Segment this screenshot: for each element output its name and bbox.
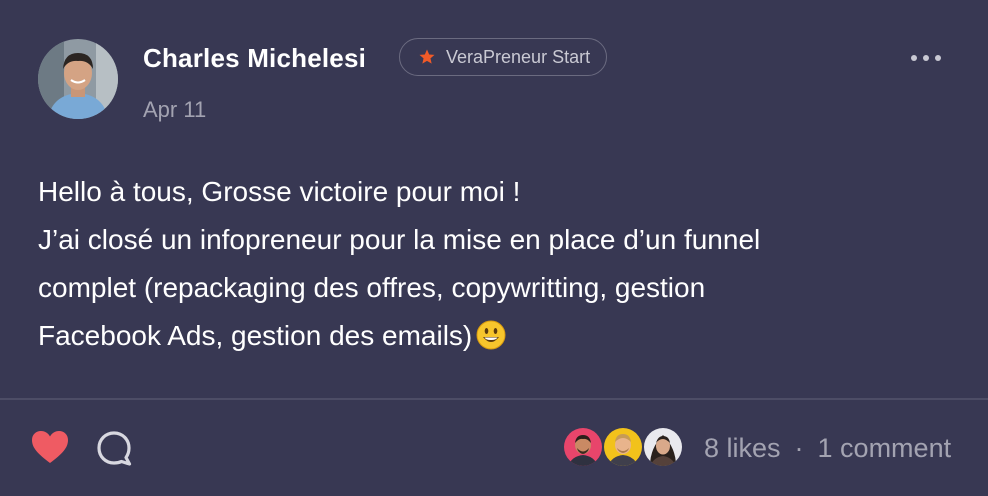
post-line: Facebook Ads, gestion des emails) bbox=[38, 320, 473, 351]
post-line: complet (repackaging des offres, copywri… bbox=[38, 272, 706, 303]
dot-icon bbox=[911, 55, 917, 61]
comment-button[interactable] bbox=[95, 429, 135, 474]
membership-badge[interactable]: VeraPreneur Start bbox=[399, 38, 608, 76]
liker-photo bbox=[644, 428, 682, 466]
likes-count[interactable]: 8 likes bbox=[704, 430, 781, 466]
divider bbox=[0, 398, 988, 400]
star-icon bbox=[419, 49, 435, 64]
smiling-face-emoji bbox=[476, 317, 506, 365]
more-options-button[interactable] bbox=[900, 46, 952, 70]
liker-photo bbox=[604, 428, 642, 466]
post-line: J’ai closé un infopreneur pour la mise e… bbox=[38, 224, 761, 255]
comment-bubble-icon bbox=[97, 431, 132, 466]
like-button[interactable] bbox=[30, 429, 70, 470]
liker-avatar[interactable] bbox=[642, 426, 684, 468]
dot-icon bbox=[935, 55, 941, 61]
post-stats: 8 likes · 1 comment bbox=[704, 430, 951, 466]
author-avatar[interactable] bbox=[38, 39, 118, 119]
post-line: Hello à tous, Grosse victoire pour moi ! bbox=[38, 176, 521, 207]
comments-count[interactable]: 1 comment bbox=[818, 430, 952, 466]
dot-icon bbox=[923, 55, 929, 61]
badge-label: VeraPreneur Start bbox=[446, 46, 591, 67]
post-line-last: Facebook Ads, gestion des emails) bbox=[38, 312, 958, 365]
heart-icon bbox=[32, 431, 68, 463]
post-date[interactable]: Apr 11 bbox=[143, 96, 206, 124]
liker-avatar[interactable] bbox=[562, 426, 604, 468]
avatar-photo bbox=[38, 39, 118, 119]
liker-photo bbox=[564, 428, 602, 466]
post-body: Hello à tous, Grosse victoire pour moi !… bbox=[38, 168, 958, 365]
stats-separator: · bbox=[794, 433, 804, 463]
author-name[interactable]: Charles Michelesi bbox=[143, 42, 366, 74]
liker-avatar[interactable] bbox=[602, 426, 644, 468]
